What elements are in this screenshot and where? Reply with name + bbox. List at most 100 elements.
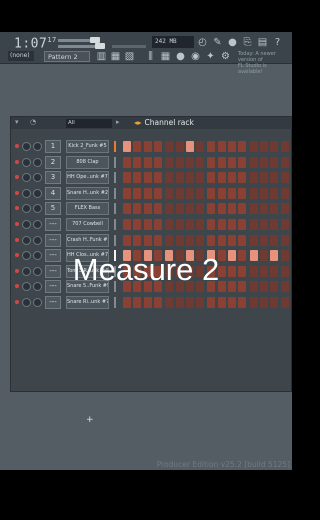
step-button-off[interactable] [185,156,194,168]
step-button-off[interactable] [153,203,162,215]
step-button-off[interactable] [165,297,174,308]
step-button-off[interactable] [133,141,142,152]
playlist-icon[interactable]: ▧ [124,51,135,62]
step-button-off[interactable] [143,141,152,152]
step-button-off[interactable] [185,234,194,246]
step-button-off[interactable] [280,172,289,184]
step-button-off[interactable] [165,156,174,168]
snap-icon[interactable]: ◴ [197,37,208,48]
step-button-off[interactable] [196,172,205,184]
step-button-off[interactable] [123,156,131,168]
step-button-off[interactable] [207,156,216,168]
news-panel[interactable]: Today: A newer version of FL Studio is a… [238,51,292,75]
mixer-track-number[interactable]: 1 [45,140,61,153]
channel-rack-icon[interactable]: ▦ [160,51,171,62]
step-button-off[interactable] [175,156,184,168]
step-button-off[interactable] [238,156,247,168]
step-button-off[interactable] [207,187,216,199]
step-seq-icon[interactable]: ▥ [96,51,107,62]
channel-select-indicator[interactable] [114,187,116,199]
metronome-icon[interactable]: ✎ [212,37,223,48]
step-button-off[interactable] [175,203,184,215]
mixer-track-number[interactable]: --- [45,218,61,231]
mute-led[interactable] [15,159,19,164]
pan-knob[interactable] [22,235,31,245]
step-button-off[interactable] [207,172,216,184]
mixer-track-number[interactable]: 2 [45,155,61,169]
step-button-off[interactable] [249,234,258,246]
step-button-off[interactable] [217,141,226,152]
step-button-off[interactable] [207,141,216,152]
step-button-off[interactable] [165,187,174,199]
plugin-picker-icon[interactable]: ◉ [190,51,201,62]
channel-name-button[interactable]: Snare Ri..unk #7 [66,296,109,309]
step-button-off[interactable] [249,156,258,168]
step-button-off[interactable] [143,172,152,184]
step-button-off[interactable] [196,203,205,215]
step-button-off[interactable] [185,297,194,308]
step-button-off[interactable] [249,297,258,308]
step-button-off[interactable] [238,203,247,215]
step-button-off[interactable] [270,219,279,230]
step-button-off[interactable] [207,203,216,215]
graph-editor-icon[interactable]: ▸ [116,118,120,126]
step-button-off[interactable] [207,297,216,308]
step-button-off[interactable] [133,234,142,246]
step-button-off[interactable] [259,203,268,215]
step-button-off[interactable] [249,203,258,215]
pan-knob[interactable] [22,188,31,198]
step-button-off[interactable] [259,219,268,230]
step-button-off[interactable] [175,297,184,308]
step-button-off[interactable] [228,172,236,184]
settings-icon[interactable]: ⚙ [220,51,231,62]
mixer-track-number[interactable]: 5 [45,202,61,216]
browser-icon[interactable]: ▤ [257,37,268,48]
step-button-off[interactable] [175,172,184,184]
step-button-off[interactable] [165,172,174,184]
step-button-off[interactable] [133,187,142,199]
step-button-off[interactable] [217,187,226,199]
step-button-off[interactable] [153,187,162,199]
channel-select-indicator[interactable] [114,234,116,246]
step-button-on[interactable] [123,141,131,152]
step-button-off[interactable] [175,141,184,152]
step-button-off[interactable] [175,234,184,246]
channel-select-indicator[interactable] [114,172,116,184]
step-button-off[interactable] [259,141,268,152]
pan-knob[interactable] [22,298,31,307]
step-button-off[interactable] [165,219,174,230]
step-button-off[interactable] [217,156,226,168]
step-button-off[interactable] [165,234,174,246]
mute-led[interactable] [15,237,19,242]
step-button-off[interactable] [133,297,142,308]
channel-select-indicator[interactable] [114,141,116,152]
step-button-off[interactable] [217,172,226,184]
step-button-off[interactable] [217,297,226,308]
step-button-off[interactable] [165,141,174,152]
step-button-off[interactable] [280,234,289,246]
pattern-select[interactable]: Pattern 2 [44,51,90,62]
step-button-off[interactable] [153,156,162,168]
channel-name-button[interactable]: 808 Clap [66,155,109,169]
step-button-off[interactable] [207,234,216,246]
step-button-off[interactable] [280,297,289,308]
step-button-off[interactable] [207,219,216,230]
step-button-off[interactable] [133,156,142,168]
step-button-off[interactable] [143,187,152,199]
step-button-off[interactable] [270,172,279,184]
step-button-off[interactable] [217,219,226,230]
channel-name-button[interactable]: Kick 2_Funk #5 [66,140,109,153]
mute-led[interactable] [15,222,19,226]
step-button-off[interactable] [143,203,152,215]
mode-select[interactable]: (none) [8,51,34,61]
step-button-off[interactable] [259,172,268,184]
step-button-off[interactable] [153,141,162,152]
master-pitch-slider[interactable] [58,45,98,48]
piano-roll-icon[interactable]: ▦ [110,51,121,62]
volume-knob[interactable] [33,235,42,245]
step-button-off[interactable] [175,219,184,230]
mute-led[interactable] [15,144,19,148]
step-button-off[interactable] [175,187,184,199]
pan-knob[interactable] [22,220,31,229]
step-button-off[interactable] [259,297,268,308]
